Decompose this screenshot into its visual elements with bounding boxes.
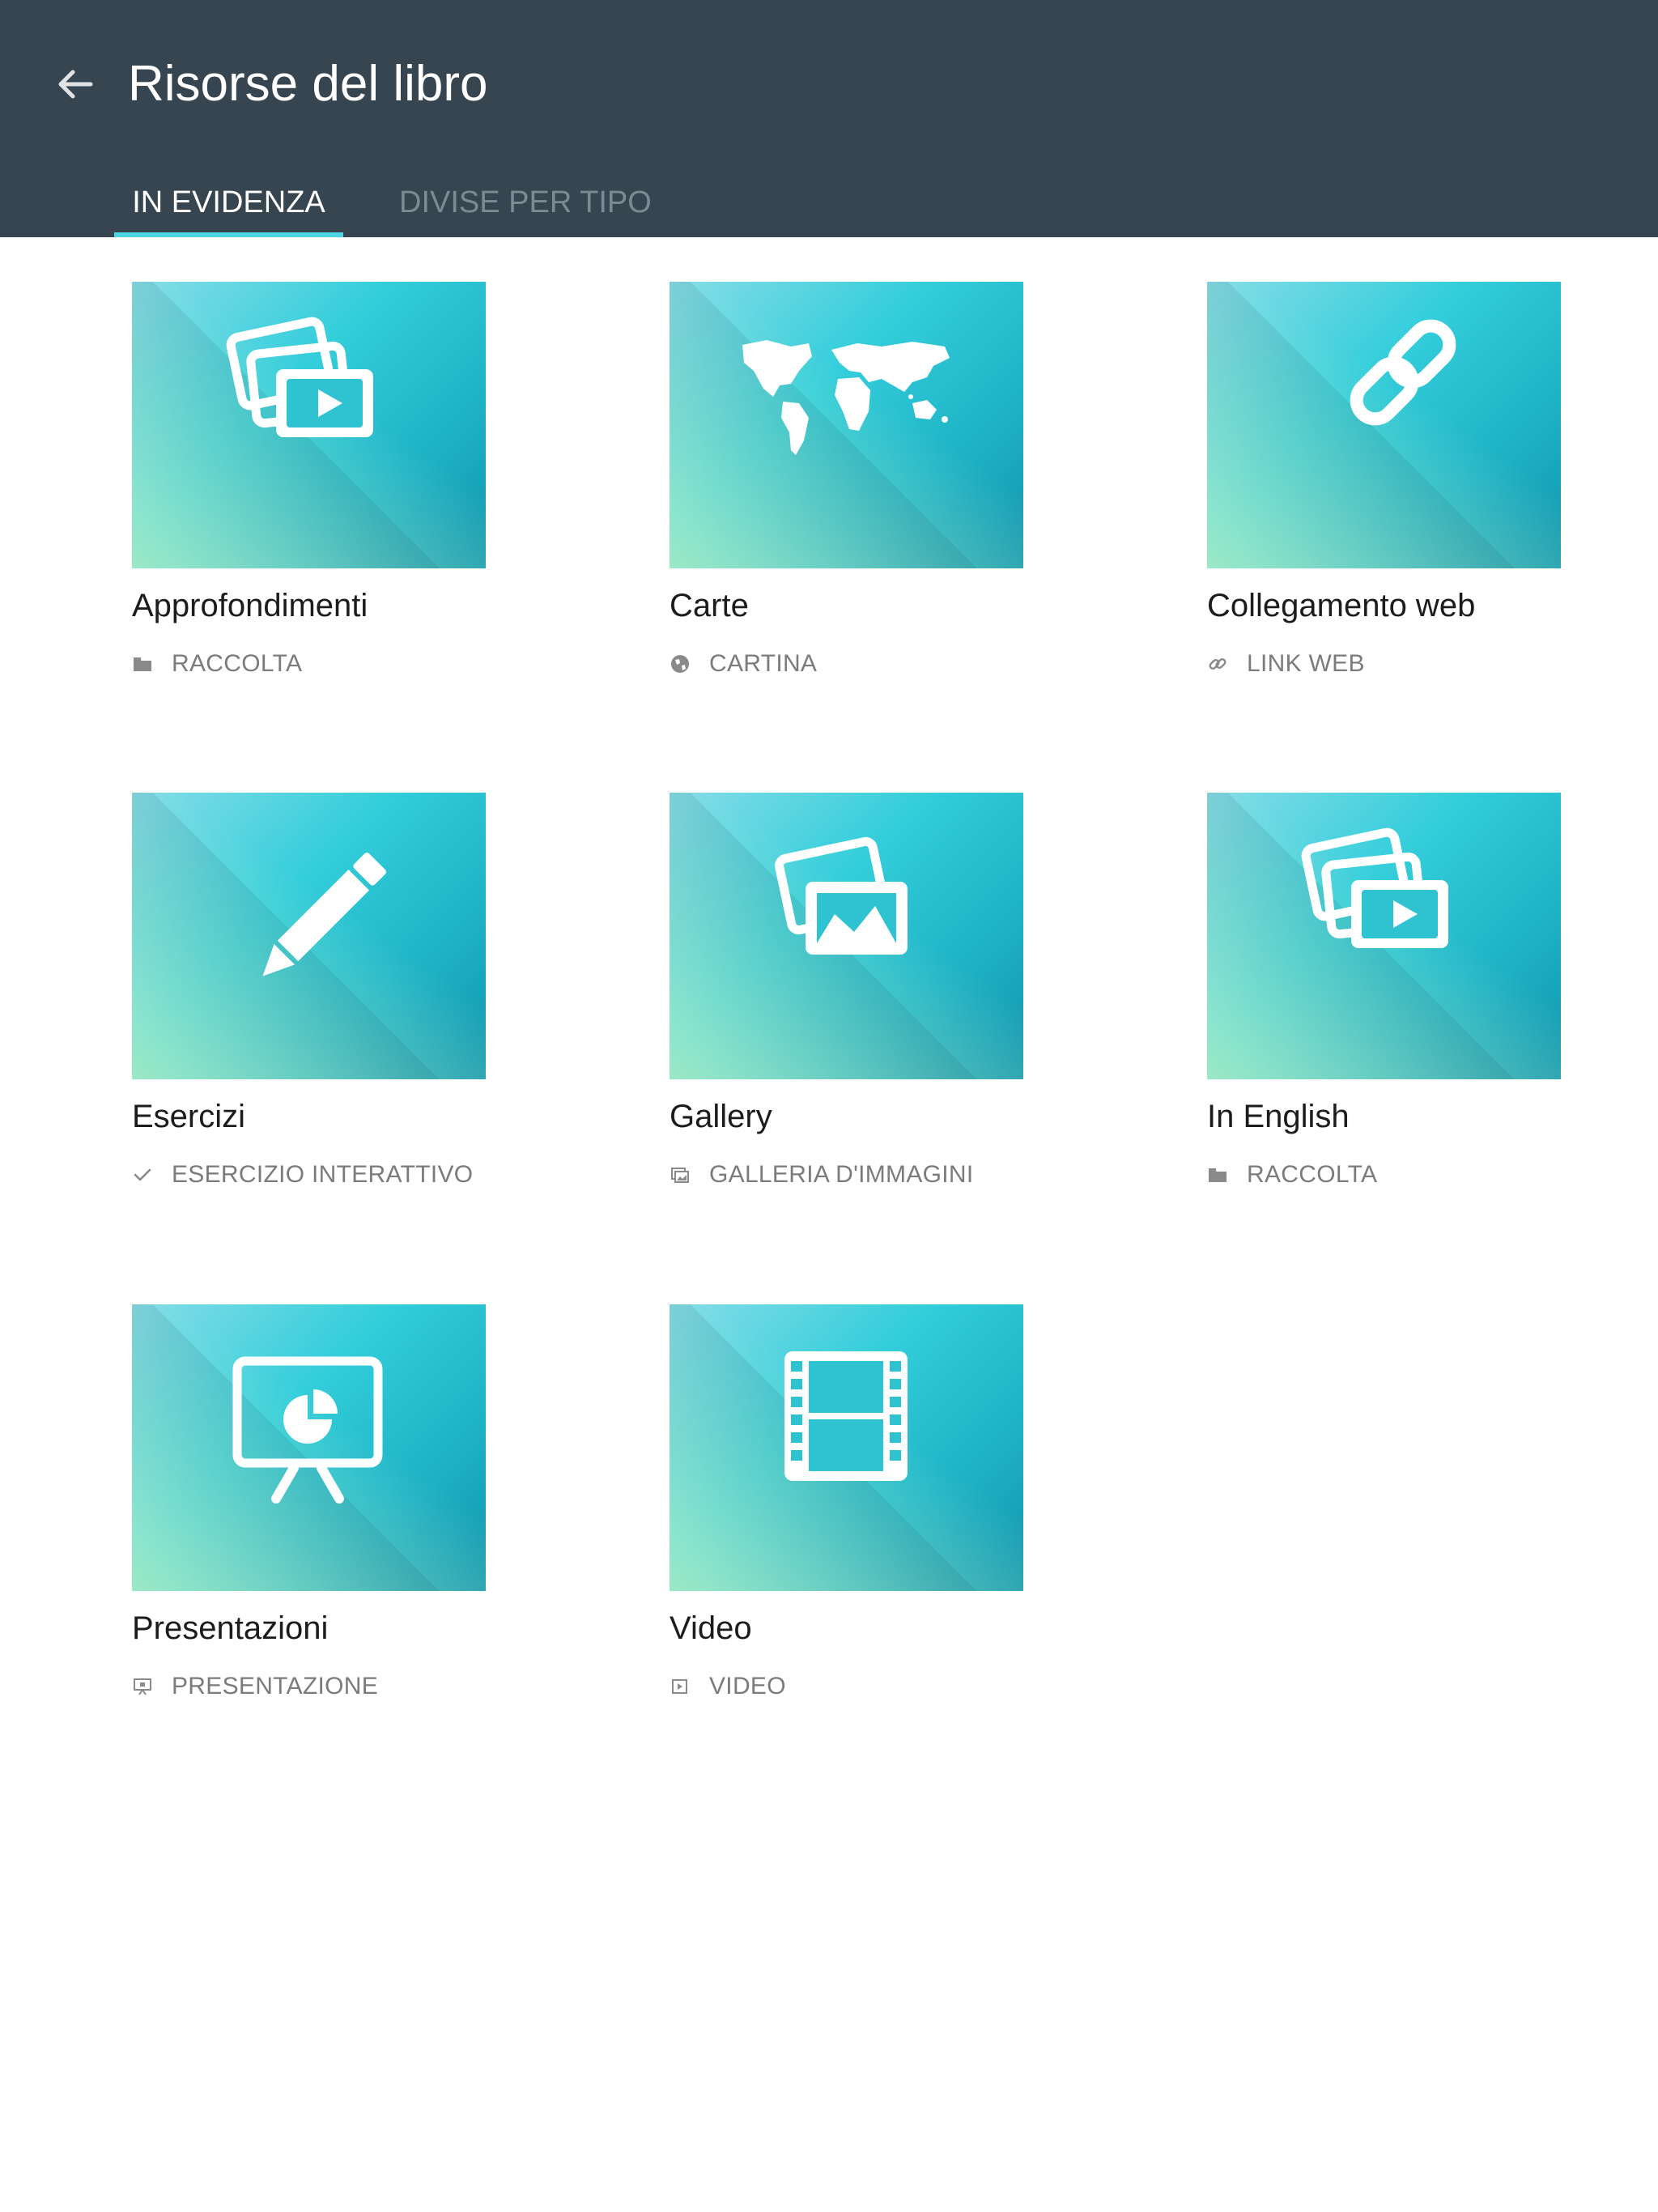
card-type-label: RACCOLTA [1247,1161,1378,1188]
checkmark-icon [132,1164,153,1185]
card-thumbnail[interactable] [670,793,1023,1079]
resource-card-video[interactable]: Video VIDEO [670,1304,1023,1703]
app-bar: Risorse del libro IN EVIDENZA DIVISE PER… [0,0,1658,237]
resource-card-esercizi[interactable]: Esercizi ESERCIZIO INTERATTIVO [132,793,486,1191]
card-thumbnail[interactable] [1207,793,1561,1079]
page-title: Risorse del libro [128,56,488,112]
card-title: Carte [670,588,749,623]
card-type: GALLERIA D'IMMAGINI [670,1159,1023,1191]
card-type: LINK WEB [1207,648,1561,680]
resource-card-collegamento-web[interactable]: Collegamento web LINK WEB [1207,282,1561,680]
resource-card-in-english[interactable]: In English RACCOLTA [1207,793,1561,1191]
presentation-icon [232,1356,383,1504]
resource-card-gallery[interactable]: Gallery GALLERIA D'IMMAGINI [670,793,1023,1191]
folder-icon [132,653,153,674]
resource-card-approfondimenti[interactable]: Approfondimenti RACCOLTA [132,282,486,680]
card-type-label: PRESENTAZIONE [172,1673,379,1699]
card-type-label: VIDEO [709,1673,786,1699]
card-type: CARTINA [670,648,1023,680]
card-thumbnail[interactable] [670,282,1023,568]
arrow-left-icon [58,70,93,99]
media-stack-icon [1301,827,1448,948]
card-thumbnail[interactable] [132,282,486,568]
film-strip-icon [784,1351,908,1481]
tab-divise-per-tipo[interactable]: DIVISE PER TIPO [378,177,673,237]
play-icon [670,1676,691,1697]
card-title: Video [670,1610,752,1646]
card-title: Collegamento web [1207,588,1476,623]
card-type: RACCOLTA [132,648,486,680]
card-title: Gallery [670,1099,772,1134]
card-type: ESERCIZIO INTERATTIVO [132,1159,486,1191]
world-map-icon [742,340,950,455]
card-thumbnail[interactable] [132,793,486,1079]
pencil-icon [262,853,386,976]
card-thumbnail[interactable] [670,1304,1023,1591]
card-type-label: GALLERIA D'IMMAGINI [709,1161,974,1188]
card-title: Esercizi [132,1099,246,1134]
card-type: PRESENTAZIONE [132,1670,486,1703]
card-type-label: CARTINA [709,650,818,677]
card-title: In English [1207,1099,1350,1134]
link-icon [1350,319,1456,426]
card-type-label: LINK WEB [1247,650,1365,677]
media-stack-icon [226,317,373,437]
card-type-label: RACCOLTA [172,650,303,677]
back-button[interactable] [45,52,104,117]
card-thumbnail[interactable] [132,1304,486,1591]
resource-card-carte[interactable]: Carte CARTINA [670,282,1023,680]
presentation-icon [132,1676,153,1697]
tab-in-evidenza[interactable]: IN EVIDENZA [114,177,343,237]
card-type: RACCOLTA [1207,1159,1561,1191]
image-gallery-icon [775,836,908,955]
resource-card-presentazioni[interactable]: Presentazioni PRESENTAZIONE [132,1304,486,1703]
folder-icon [1207,1164,1228,1185]
globe-icon [670,653,691,674]
card-type-label: ESERCIZIO INTERATTIVO [172,1161,474,1188]
card-title: Presentazioni [132,1610,329,1646]
card-type: VIDEO [670,1670,1023,1703]
card-title: Approfondimenti [132,588,368,623]
card-thumbnail[interactable] [1207,282,1561,568]
link-icon [1207,653,1228,674]
gallery-icon [670,1164,691,1185]
